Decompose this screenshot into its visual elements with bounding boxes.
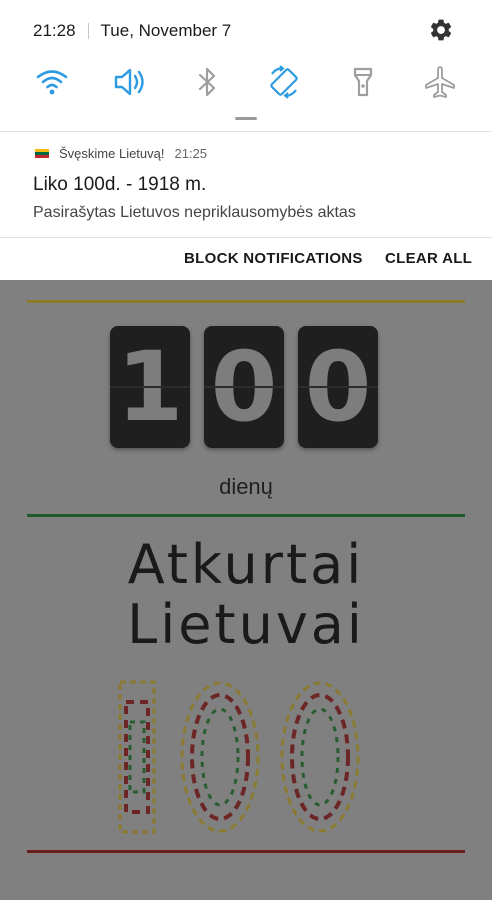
clock: 21:28 xyxy=(33,21,76,40)
auto-rotate-icon[interactable] xyxy=(266,64,302,100)
notification-text: Pasirašytas Lietuvos nepriklausomybės ak… xyxy=(33,204,356,221)
airplane-mode-icon[interactable] xyxy=(422,64,458,100)
counter-digit: 0 xyxy=(298,326,378,448)
notification-card[interactable]: Švęskime Lietuvą! 21:25 Liko 100d. - 191… xyxy=(0,132,492,236)
notification-actions: BLOCK NOTIFICATIONS CLEAR ALL xyxy=(0,238,492,280)
notification-app-name: Švęskime Lietuvą! xyxy=(59,146,165,161)
quick-settings-row xyxy=(0,64,492,102)
lithuania-flag-icon xyxy=(35,148,49,159)
status-separator xyxy=(87,23,89,39)
days-counter: 1 0 0 xyxy=(110,326,378,448)
clear-all-button[interactable]: CLEAR ALL xyxy=(385,250,472,267)
brand-line: Lietuvai xyxy=(127,593,365,656)
block-notifications-button[interactable]: BLOCK NOTIFICATIONS xyxy=(184,250,363,267)
days-label: dienų xyxy=(219,474,273,499)
notification-time: 21:25 xyxy=(174,146,208,161)
bluetooth-icon[interactable] xyxy=(189,64,225,100)
gear-icon[interactable] xyxy=(428,17,454,43)
yellow-divider xyxy=(27,300,465,303)
notification-shade: 21:28 Tue, November 7 Švęskime Lietuvą! … xyxy=(0,0,492,280)
red-divider xyxy=(27,850,465,853)
centenary-logo xyxy=(118,680,360,834)
green-divider xyxy=(27,514,465,517)
shade-drag-handle[interactable] xyxy=(235,117,257,120)
brand-title: Atkurtai Lietuvai xyxy=(0,535,492,655)
status-row: 21:28 Tue, November 7 xyxy=(33,18,231,44)
flashlight-icon[interactable] xyxy=(345,64,381,100)
notification-title: Liko 100d. - 1918 m. xyxy=(33,174,207,195)
brand-line: Atkurtai xyxy=(127,533,365,596)
notification-header: Švęskime Lietuvą! 21:25 xyxy=(35,146,207,161)
counter-digit: 1 xyxy=(110,326,190,448)
wifi-icon[interactable] xyxy=(34,64,70,100)
counter-digit: 0 xyxy=(204,326,284,448)
date: Tue, November 7 xyxy=(100,21,232,40)
sound-icon[interactable] xyxy=(111,64,147,100)
